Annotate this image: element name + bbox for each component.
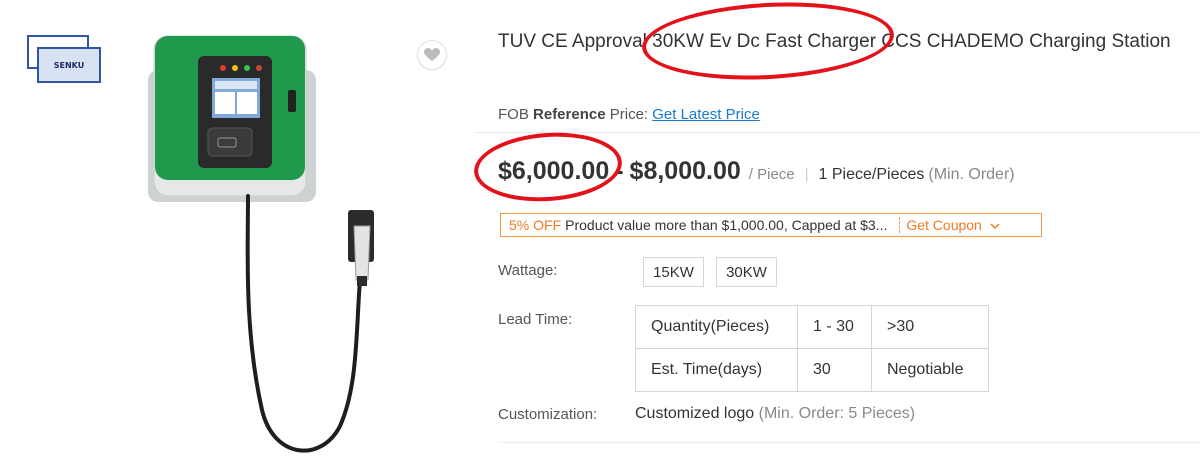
table-cell: Negotiable	[871, 348, 989, 392]
table-row: Quantity(Pieces) 1 - 30 >30	[635, 305, 989, 349]
coupon-separator	[899, 217, 901, 233]
fob-prefix: FOB	[498, 106, 534, 123]
table-cell: Est. Time(days)	[635, 348, 798, 392]
customization-label: Customization:	[498, 406, 598, 423]
coupon-description: Product value more than $1,000.00, Cappe…	[565, 217, 888, 233]
coupon-banner: 5% OFF Product value more than $1,000.00…	[500, 213, 1042, 237]
brand-logo-text: SENKU	[53, 60, 85, 70]
fob-price-row: FOB Reference Price: Get Latest Price	[498, 106, 760, 123]
fob-suffix: Price:	[605, 106, 649, 123]
table-cell: Quantity(Pieces)	[635, 305, 798, 349]
lead-time-label: Lead Time:	[498, 311, 573, 328]
product-title: TUV CE Approval 30KW Ev Dc Fast Charger …	[498, 31, 1171, 52]
price-max: $8,000.00	[629, 157, 741, 185]
fob-bold: Reference	[533, 106, 606, 123]
divider	[498, 442, 1200, 443]
favorite-button[interactable]	[417, 40, 447, 70]
price-separator: -	[615, 157, 624, 185]
wattage-option-15kw[interactable]: 15KW	[643, 257, 704, 287]
table-cell: 30	[797, 348, 872, 392]
get-coupon-button[interactable]: Get Coupon	[906, 217, 1000, 233]
table-cell: >30	[871, 305, 989, 349]
min-order-quantity: 1 Piece/Pieces	[818, 166, 925, 183]
customization-value: Customized logo	[635, 405, 755, 422]
heart-icon	[424, 48, 440, 61]
divider	[476, 132, 1200, 133]
lead-time-table: Quantity(Pieces) 1 - 30 >30 Est. Time(da…	[635, 305, 989, 392]
product-image[interactable]: SENKU	[22, 30, 460, 462]
card-reader	[207, 127, 253, 157]
coupon-discount: 5% OFF	[509, 217, 562, 233]
charger-side-socket	[288, 90, 296, 112]
table-cell: 1 - 30	[797, 305, 872, 349]
customization-value-row: Customized logo (Min. Order: 5 Pieces)	[635, 405, 915, 423]
brand-logo: SENKU	[27, 35, 101, 85]
charger-cable	[245, 194, 362, 453]
table-row: Est. Time(days) 30 Negotiable	[635, 348, 989, 392]
price-unit: / Piece	[748, 166, 795, 183]
wattage-option-30kw[interactable]: 30KW	[716, 257, 777, 287]
chevron-down-icon	[990, 223, 1000, 230]
customization-note: (Min. Order: 5 Pieces)	[758, 405, 916, 422]
charging-connector	[353, 225, 371, 281]
price-min: $6,000.00	[498, 157, 610, 185]
get-coupon-label: Get Coupon	[906, 217, 982, 233]
min-order-note: (Min. Order)	[928, 166, 1015, 183]
price-divider: |	[804, 166, 809, 183]
get-latest-price-link[interactable]: Get Latest Price	[652, 106, 760, 123]
wattage-label: Wattage:	[498, 262, 558, 279]
price-row: $6,000.00 - $8,000.00 / Piece | 1 Piece/…	[498, 157, 1015, 186]
